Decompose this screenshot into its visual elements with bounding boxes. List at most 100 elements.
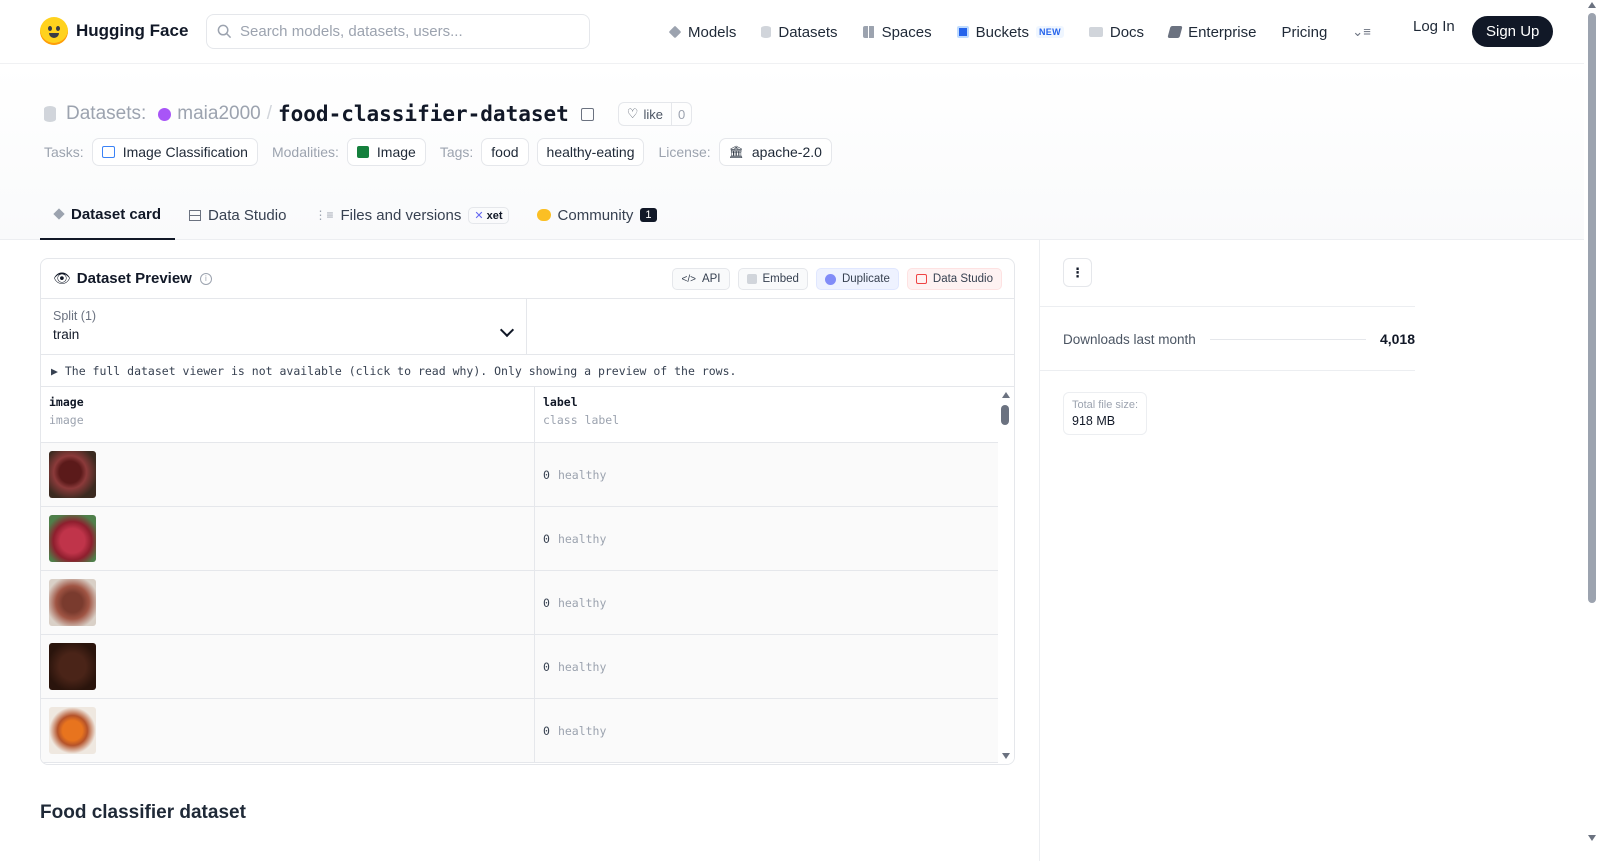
- main-nav: Models Datasets Spaces Buckets NEW Docs …: [668, 18, 1396, 46]
- search-box[interactable]: [206, 14, 590, 49]
- nav-pricing[interactable]: Pricing: [1281, 18, 1327, 46]
- page-scrollbar[interactable]: [1584, 0, 1600, 861]
- brand-name: Hugging Face: [76, 21, 189, 40]
- label-name: healthy: [557, 659, 607, 674]
- preview-actions: </> API Embed Duplicate Data Studio: [672, 268, 1002, 290]
- duplicate-icon: [824, 273, 836, 285]
- home-link[interactable]: Hugging Face: [40, 17, 188, 45]
- signup-button[interactable]: Sign Up: [1472, 16, 1554, 47]
- column-header-image: image image: [41, 387, 535, 442]
- copy-icon[interactable]: [580, 107, 594, 121]
- label-index: 0: [543, 659, 550, 674]
- search-icon: [217, 24, 232, 39]
- top-navigation: Hugging Face Models Datasets Spaces Buck…: [0, 0, 1584, 64]
- duplicate-button[interactable]: Duplicate: [815, 268, 899, 290]
- scroll-down-icon[interactable]: [1588, 835, 1596, 841]
- embed-button[interactable]: Embed: [737, 268, 808, 290]
- sidebar-divider: [1040, 370, 1415, 371]
- cube-icon: [53, 208, 65, 220]
- label-name: healthy: [557, 467, 607, 482]
- column-type: class label: [543, 413, 620, 427]
- more-menu-button[interactable]: ⌄≡: [1352, 18, 1370, 46]
- xet-label: xet: [486, 209, 503, 222]
- scroll-down-icon[interactable]: [1002, 753, 1010, 759]
- tags-label: Tags:: [439, 144, 474, 160]
- label-index: 0: [543, 723, 550, 738]
- nav-datasets[interactable]: Datasets: [761, 18, 838, 46]
- enterprise-icon: [1167, 26, 1183, 38]
- label-index: 0: [543, 467, 550, 482]
- nav-spaces[interactable]: Spaces: [862, 18, 932, 46]
- scrollbar-thumb[interactable]: [1001, 405, 1009, 425]
- label-name: healthy: [557, 595, 607, 610]
- food-image-thumbnail[interactable]: [49, 515, 96, 562]
- data-studio-icon: [915, 274, 927, 284]
- preview-title: Dataset Preview: [76, 270, 192, 287]
- tag-chip-healthy-eating[interactable]: healthy-eating: [536, 138, 645, 166]
- data-studio-button[interactable]: Data Studio: [906, 268, 1002, 290]
- tab-community[interactable]: Community 1: [523, 190, 671, 240]
- scroll-up-icon[interactable]: [1588, 2, 1596, 8]
- login-button[interactable]: Log In: [1413, 18, 1455, 35]
- nav-models[interactable]: Models: [668, 18, 737, 46]
- embed-label: Embed: [762, 273, 799, 285]
- task-label: Image Classification: [122, 144, 248, 160]
- tasks-label: Tasks:: [44, 144, 84, 160]
- column-header-label: label class label: [535, 387, 627, 442]
- api-button[interactable]: </> API: [672, 268, 730, 290]
- split-label: Split (1): [53, 309, 97, 323]
- food-image-thumbnail[interactable]: [49, 707, 96, 754]
- table-row: 0 healthy: [41, 571, 1014, 635]
- duplicate-label: Duplicate: [841, 273, 890, 285]
- bucket-icon: [956, 26, 969, 38]
- scrollbar-thumb[interactable]: [1588, 13, 1596, 603]
- column-divider: [1039, 240, 1040, 861]
- bank-icon: 🏛: [728, 145, 744, 159]
- downloads-label: Downloads last month: [1063, 331, 1196, 347]
- viewer-unavailable-notice[interactable]: ▶ The full dataset viewer is not availab…: [41, 355, 1014, 387]
- preview-table: image image label class label 0 healthy 0…: [41, 387, 1014, 764]
- split-select[interactable]: Split (1) train: [41, 299, 527, 354]
- downloads-stat: Downloads last month 4,018: [1063, 331, 1415, 347]
- nav-models-label: Models: [688, 23, 737, 41]
- preview-header: 👁 Dataset Preview i </> API Embed Duplic…: [41, 259, 1014, 299]
- nav-docs[interactable]: Docs: [1088, 18, 1144, 46]
- embed-icon: [746, 274, 757, 284]
- column-name: image: [49, 395, 84, 409]
- scroll-up-icon[interactable]: [1002, 392, 1010, 398]
- owner-link[interactable]: maia2000: [177, 103, 260, 125]
- food-image-thumbnail[interactable]: [49, 579, 96, 626]
- hugging-face-logo-icon: [40, 17, 68, 45]
- info-icon[interactable]: i: [199, 272, 212, 285]
- book-icon: [1088, 27, 1103, 37]
- tab-files-and-versions[interactable]: ⋮≡ Files and versions ✕ xet: [300, 190, 522, 240]
- license-chip[interactable]: 🏛 apache-2.0: [718, 138, 832, 166]
- eye-icon: 👁: [53, 270, 71, 286]
- more-options-button[interactable]: ⋮: [1063, 258, 1092, 287]
- tab-data-studio[interactable]: Data Studio: [175, 190, 300, 240]
- table-scrollbar[interactable]: [998, 387, 1014, 764]
- task-chip[interactable]: Image Classification: [91, 138, 258, 166]
- license-label: License:: [658, 144, 711, 160]
- like-count: 0: [670, 103, 691, 125]
- file-size-box: Total file size: 918 MB: [1063, 392, 1148, 435]
- table-row: 0 healthy: [41, 635, 1014, 699]
- nav-enterprise[interactable]: Enterprise: [1167, 18, 1256, 46]
- tab-data-studio-label: Data Studio: [208, 206, 287, 224]
- xet-badge: ✕ xet: [468, 206, 509, 224]
- food-image-thumbnail[interactable]: [49, 643, 96, 690]
- like-button[interactable]: ♡ like 0: [617, 102, 693, 126]
- readme-heading: Food classifier dataset: [40, 802, 246, 823]
- column-name: label: [543, 395, 578, 409]
- spaces-grid-icon: [862, 26, 875, 38]
- nav-buckets[interactable]: Buckets NEW: [956, 18, 1064, 46]
- tab-dataset-card[interactable]: Dataset card: [40, 190, 176, 240]
- modality-chip[interactable]: Image: [346, 138, 426, 166]
- search-input[interactable]: [240, 23, 570, 40]
- repo-type-link[interactable]: Datasets:: [66, 103, 146, 125]
- tag-chip-food[interactable]: food: [481, 138, 529, 166]
- tab-dataset-card-label: Dataset card: [71, 205, 162, 223]
- food-image-thumbnail[interactable]: [49, 451, 96, 498]
- repo-name[interactable]: food-classifier-dataset: [278, 102, 569, 126]
- new-badge: NEW: [1035, 26, 1064, 38]
